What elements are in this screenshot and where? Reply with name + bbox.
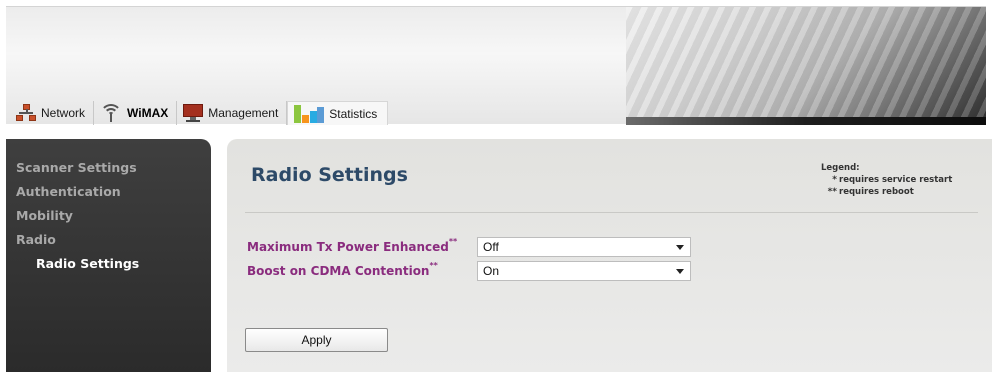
- legend-item: * requires service restart: [821, 174, 952, 186]
- legend-text: requires reboot: [839, 187, 914, 197]
- wifi-icon: [100, 104, 123, 122]
- sidebar-item-authentication[interactable]: Authentication: [6, 180, 211, 204]
- max-tx-power-value: Off: [483, 240, 499, 254]
- boost-cdma-label: Boost on CDMA Contention**: [247, 261, 438, 278]
- legend-text: requires service restart: [839, 175, 953, 185]
- tab-wimax-label: WiMAX: [127, 106, 169, 120]
- boost-cdma-label-text: Boost on CDMA Contention: [247, 264, 430, 278]
- network-icon: [16, 104, 36, 122]
- tab-statistics[interactable]: Statistics: [287, 101, 389, 125]
- tab-management-label: Management: [208, 106, 279, 120]
- apply-button[interactable]: Apply: [245, 328, 388, 352]
- sidebar-item-mobility[interactable]: Mobility: [6, 204, 211, 228]
- reboot-marker: **: [448, 237, 458, 246]
- legend-mark: *: [832, 175, 837, 185]
- tab-management[interactable]: Management: [177, 101, 288, 125]
- form-row-boost-cdma: Boost on CDMA Contention** On: [247, 261, 747, 281]
- max-tx-power-select[interactable]: Off: [477, 237, 691, 257]
- bar-chart-icon: [294, 104, 325, 123]
- divider: [245, 212, 978, 213]
- page-title: Radio Settings: [251, 164, 408, 186]
- tab-statistics-label: Statistics: [329, 106, 378, 121]
- max-tx-power-label-text: Maximum Tx Power Enhanced: [247, 240, 449, 254]
- boost-cdma-select[interactable]: On: [477, 261, 691, 281]
- main-tab-bar: Network WiMAX Management Statistics: [6, 98, 620, 128]
- form-row-max-tx-power: Maximum Tx Power Enhanced** Off: [247, 237, 747, 257]
- sidebar-item-radio[interactable]: Radio: [6, 228, 211, 252]
- max-tx-power-label: Maximum Tx Power Enhanced**: [247, 237, 458, 254]
- sidebar-item-scanner-settings[interactable]: Scanner Settings: [6, 156, 211, 180]
- tab-network[interactable]: Network: [10, 101, 95, 125]
- tab-network-label: Network: [41, 106, 86, 120]
- chevron-down-icon: [676, 269, 684, 274]
- sidebar-item-radio-settings[interactable]: Radio Settings: [6, 252, 211, 276]
- banner-image: [626, 7, 986, 125]
- legend: Legend: * requires service restart ** re…: [821, 162, 952, 198]
- sidebar-nav: Scanner Settings Authentication Mobility…: [6, 139, 211, 372]
- content-panel: Radio Settings Legend: * requires servic…: [227, 139, 992, 372]
- legend-title: Legend:: [821, 163, 860, 173]
- monitor-icon: [183, 104, 204, 122]
- reboot-marker: **: [429, 261, 438, 270]
- tab-wimax[interactable]: WiMAX: [94, 101, 178, 125]
- legend-item: ** requires reboot: [821, 186, 952, 198]
- chevron-down-icon: [676, 245, 684, 250]
- boost-cdma-value: On: [483, 264, 500, 278]
- legend-mark: **: [827, 187, 837, 197]
